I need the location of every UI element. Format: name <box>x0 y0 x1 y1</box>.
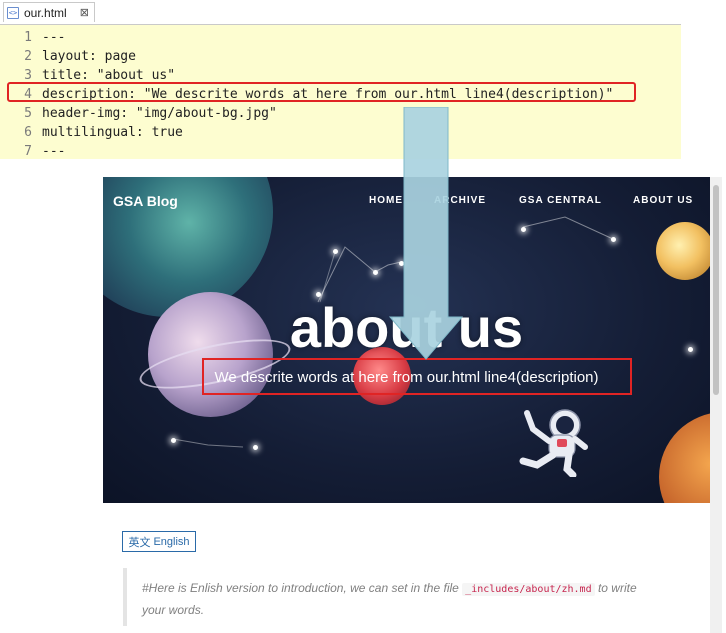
scrollbar-thumb[interactable] <box>713 185 719 395</box>
code-editor: <> our.html ⊠ 1 --- 2 layout: page 3 title:… <box>0 0 681 159</box>
line-text: layout: page <box>42 49 136 64</box>
star <box>253 445 258 450</box>
tab-label: our.html <box>24 5 67 20</box>
description-highlight-box <box>202 358 632 395</box>
down-arrow-annotation <box>388 107 464 360</box>
star <box>521 227 526 232</box>
language-icon: 英文 <box>128 536 151 549</box>
star <box>611 237 616 242</box>
line-number: 7 <box>24 144 32 159</box>
nav-about-us[interactable]: ABOUT US <box>633 195 693 206</box>
html-file-icon: <> <box>7 6 19 19</box>
line-number: 1 <box>24 30 32 45</box>
code-line: 6 multilingual: true <box>0 123 613 142</box>
line-text: --- <box>42 144 66 159</box>
tab-our-html[interactable]: <> our.html ⊠ <box>3 2 95 22</box>
blog-brand-link[interactable]: GSA Blog <box>113 193 178 209</box>
line-number: 6 <box>24 125 32 140</box>
line-text: multilingual: true <box>42 125 183 140</box>
line-text: --- <box>42 30 66 45</box>
code-line: 2 layout: page <box>0 47 613 66</box>
intro-text-start: #Here is Enlish version to introduction,… <box>142 581 463 595</box>
language-label: English <box>153 535 190 548</box>
nav-gsa-central[interactable]: GSA CENTRAL <box>519 195 602 206</box>
close-icon[interactable]: ⊠ <box>80 6 89 19</box>
line-number: 2 <box>24 49 32 64</box>
code-line: 5 header-img: "img/about-bg.jpg" <box>0 104 613 123</box>
code-line: 7 --- <box>0 142 613 161</box>
star <box>333 249 338 254</box>
intro-code-path: _includes/about/zh.md <box>462 583 595 596</box>
line-number: 5 <box>24 106 32 121</box>
line-text: header-img: "img/about-bg.jpg" <box>42 106 277 121</box>
astronaut-image <box>519 409 588 477</box>
line4-highlight-box <box>7 82 636 102</box>
star <box>373 270 378 275</box>
language-toggle-button[interactable]: 英文 English <box>122 531 196 552</box>
star <box>171 438 176 443</box>
intro-blockquote: #Here is Enlish version to introduction,… <box>123 568 640 626</box>
code-line: 1 --- <box>0 28 613 47</box>
editor-tab-bar: <> our.html ⊠ <box>0 0 681 25</box>
